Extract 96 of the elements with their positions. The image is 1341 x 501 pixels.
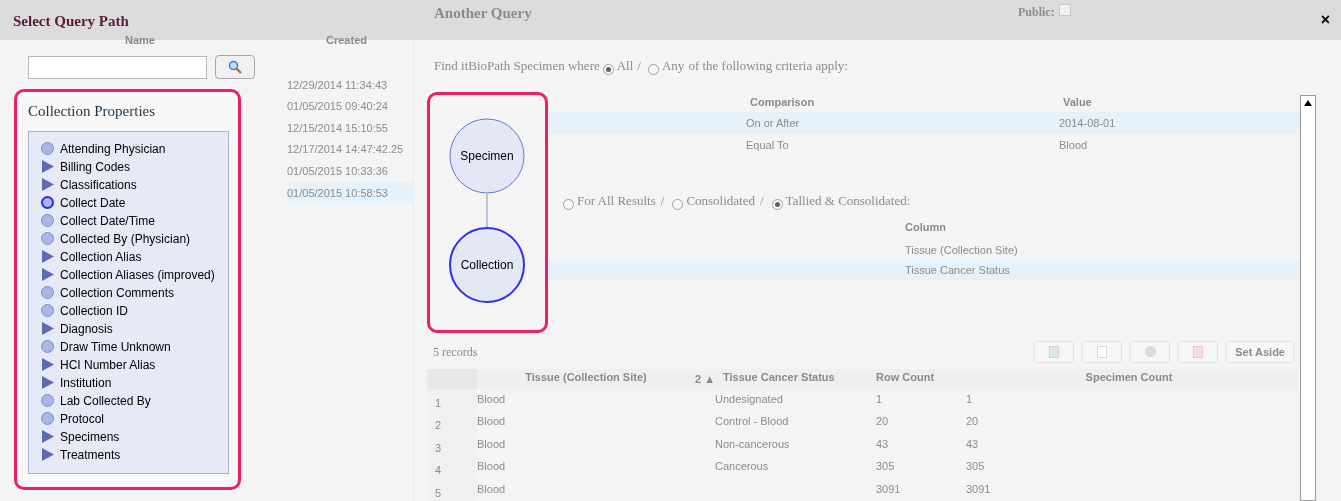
search-icon [228, 60, 242, 74]
tree-item[interactable]: Institution [60, 373, 112, 392]
option-label: Tallied & Consolidated: [785, 191, 911, 210]
tree-item[interactable]: Collection ID [60, 301, 129, 320]
tree-item[interactable]: Specimens [60, 427, 120, 446]
close-button[interactable]: × [1320, 12, 1330, 28]
tree-item[interactable]: Classifications [60, 175, 137, 194]
table-cell-text: On or After [746, 116, 801, 131]
pdf-icon [1193, 345, 1204, 358]
table-cell-text: 43 [965, 436, 980, 452]
table-cell-text: Blood [1059, 138, 1088, 153]
radio-button[interactable] [672, 199, 684, 211]
scrollbar[interactable] [1300, 95, 1316, 501]
tree-item[interactable]: Draw Time Unknown [60, 337, 171, 356]
expand-triangle-icon[interactable] [41, 358, 54, 371]
tree-item[interactable]: HCI Number Alias [60, 355, 156, 374]
criteria-text: Find itBioPath Specimen where [434, 56, 600, 75]
separator-text: / [637, 56, 641, 75]
table-cell-text: 20 [965, 414, 980, 429]
table-cell-text: Cancerous [715, 459, 770, 474]
table-cell-text: Tissue (Collection Site) [904, 243, 1018, 258]
dialog-title: Select Query Path [13, 12, 130, 31]
radio-button[interactable] [563, 199, 574, 211]
table-cell-text: 2014-08-01 [1059, 116, 1116, 131]
row-number: 5 [427, 478, 477, 501]
query-title: Another Query [434, 4, 532, 23]
expand-triangle-icon[interactable] [41, 430, 54, 443]
expand-triangle-icon[interactable] [41, 322, 54, 335]
radio-button[interactable] [602, 64, 614, 76]
scroll-up-arrow-icon[interactable] [1304, 100, 1312, 106]
search-field[interactable] [28, 55, 207, 79]
connector-line [486, 193, 488, 229]
tree-item[interactable]: Diagnosis [60, 319, 113, 338]
globe-icon [1144, 346, 1156, 358]
table-cell-text: Blood [477, 481, 507, 497]
table-cell-text: 3091 [875, 481, 902, 497]
table-cell-text: Undesignated [715, 391, 784, 407]
public-label: Public: [1018, 4, 1055, 21]
column-header: Created [325, 33, 368, 48]
table-cell-text: 1 [875, 391, 884, 407]
table-cell-text: 20 [875, 414, 890, 429]
separator-text: / [760, 191, 764, 210]
tree-item[interactable]: Collection Comments [60, 283, 175, 302]
tree-item[interactable]: Treatments [60, 445, 121, 464]
option-label: Any [662, 56, 685, 75]
option-label: For All Results [577, 191, 656, 210]
path-node[interactable]: Specimen [449, 118, 525, 194]
tree-item[interactable]: Collection Alias [60, 247, 142, 266]
column-header: Column [904, 220, 946, 235]
table-cell-text: 305 [965, 459, 986, 474]
spreadsheet-icon [1049, 345, 1060, 358]
option-label: Consolidated [686, 191, 755, 210]
column-header: Name [124, 33, 156, 48]
criteria-text: of the following criteria apply: [688, 56, 848, 75]
expand-triangle-icon[interactable] [41, 178, 54, 191]
expand-triangle-icon[interactable] [41, 160, 54, 173]
panel-title: Collection Properties [28, 102, 157, 121]
document-icon [1097, 345, 1108, 358]
tree-item[interactable]: Collection Aliases (improved) [60, 265, 215, 284]
option-label: All [616, 56, 634, 75]
radio-button[interactable] [771, 199, 783, 211]
expand-triangle-icon[interactable] [41, 268, 54, 281]
table-cell-text: 1 [965, 391, 974, 407]
table-cell-text: Tissue Cancer Status [904, 263, 1010, 278]
row-number: 4 [427, 456, 477, 479]
separator-text: / [660, 191, 665, 210]
table-cell-text: 43 [875, 436, 890, 452]
table-cell-text: Blood [477, 414, 507, 429]
path-node[interactable]: Collection [449, 227, 525, 304]
table-cell-text: Non-cancerous [715, 436, 791, 452]
table-cell-text: Equal To [746, 138, 790, 153]
row-number: 3 [427, 433, 477, 456]
table-cell-text: 305 [875, 459, 896, 474]
column-header: Value [1062, 95, 1092, 110]
expand-triangle-icon[interactable] [41, 448, 54, 461]
table-cell-text: Blood [477, 459, 507, 474]
table-cell-text: Blood [477, 436, 507, 452]
table-cell-text: 3091 [965, 481, 992, 497]
table-cell-text: Control - Blood [715, 414, 790, 429]
column-header: Comparison [749, 95, 816, 110]
expand-triangle-icon[interactable] [41, 250, 54, 263]
tree-item[interactable]: Protocol [60, 409, 105, 428]
row-number: 1 [427, 388, 477, 411]
tree-item[interactable]: Billing Codes [60, 157, 131, 176]
tree-item[interactable]: Collect Date [60, 193, 126, 212]
expand-triangle-icon[interactable] [41, 376, 54, 389]
tree-item[interactable]: Lab Collected By [60, 391, 151, 410]
tree-item[interactable]: Collect Date/Time [60, 211, 155, 230]
radio-button[interactable] [648, 64, 659, 76]
table-cell-text: Blood [477, 391, 507, 407]
tree-item[interactable]: Attending Physician [60, 139, 166, 158]
search-button[interactable] [215, 55, 255, 79]
public-checkbox[interactable] [1058, 4, 1071, 16]
row-number: 2 [427, 411, 477, 434]
tree-item[interactable]: Collected By (Physician) [60, 229, 191, 248]
records-count: 5 records [433, 343, 478, 361]
